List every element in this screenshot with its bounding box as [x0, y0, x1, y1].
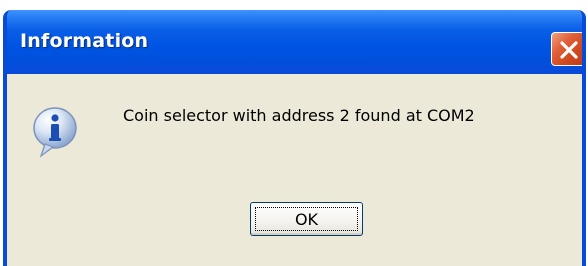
dialog-content: Coin selector with address 2 found at CO…: [7, 74, 582, 266]
information-dialog: Information Coin selector with address 2…: [3, 10, 586, 266]
ok-button-label: OK: [294, 209, 319, 229]
title-bar[interactable]: Information: [7, 10, 582, 74]
close-button[interactable]: [551, 32, 582, 66]
dialog-title: Information: [20, 30, 149, 52]
ok-button[interactable]: OK: [250, 202, 363, 236]
close-icon: [560, 41, 578, 59]
message-text: Coin selector with address 2 found at CO…: [123, 106, 475, 125]
info-icon: [31, 106, 79, 158]
